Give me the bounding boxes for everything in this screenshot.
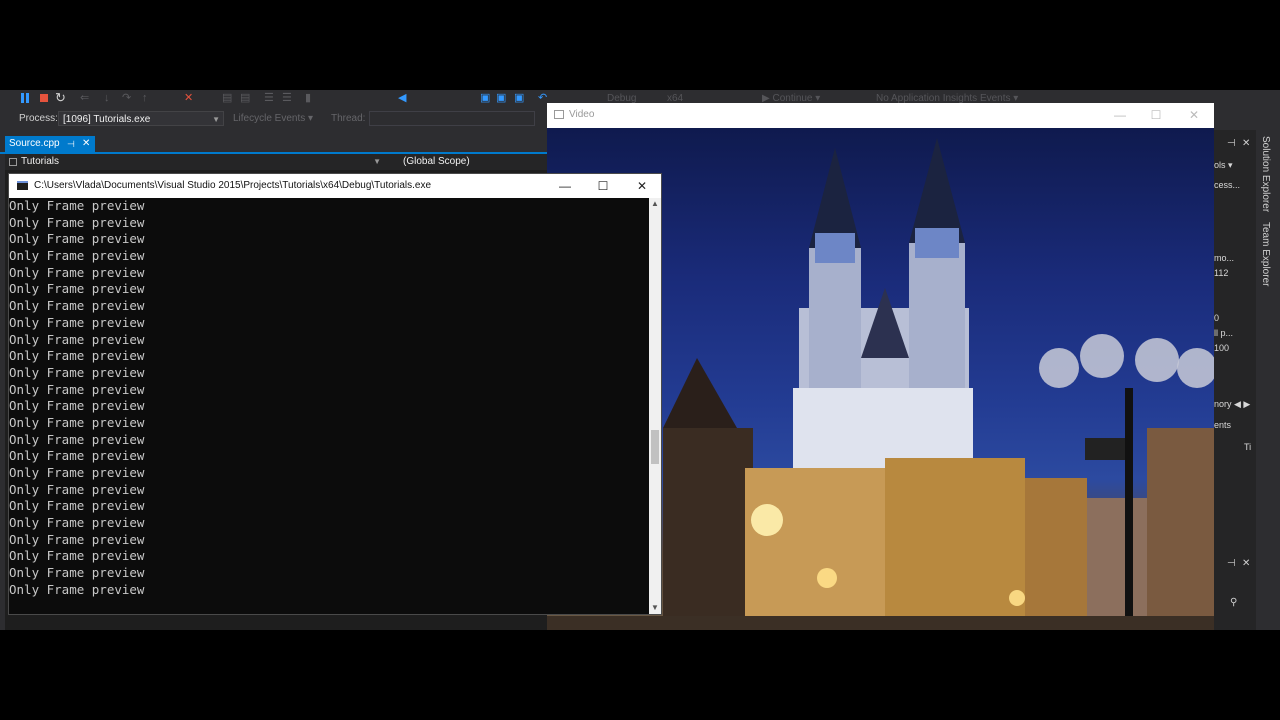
search-icon[interactable]: ⚲ (1230, 597, 1237, 608)
events-tab[interactable]: ents (1214, 420, 1231, 430)
console-line: Only Frame preview (9, 264, 145, 280)
console-line: Only Frame preview (9, 481, 145, 497)
tab-source-cpp[interactable]: Source.cpp ⊣ ✕ (5, 136, 95, 152)
panel-text: Ti (1244, 442, 1252, 452)
console-line: Only Frame preview (9, 331, 145, 347)
panel-text: 0 (1214, 313, 1220, 323)
console-line: Only Frame preview (9, 448, 145, 464)
diagnostic-tools-panel: ⊣ ✕ ols ▾ cess... mo... 112 0 ll p... 10… (1214, 130, 1256, 630)
console-line: Only Frame preview (9, 565, 145, 581)
panel-text: ols ▾ (1214, 160, 1233, 170)
console-line: Only Frame preview (9, 498, 145, 514)
console-line: Only Frame preview (9, 381, 145, 397)
pin-icon[interactable]: ⊣ (1227, 138, 1236, 149)
close-icon[interactable]: ✕ (1242, 558, 1250, 569)
panel-text: 112 (1214, 268, 1229, 278)
panel-text: cess... (1214, 180, 1241, 190)
side-tab-strip: Solution Explorer Team Explorer (1256, 130, 1280, 630)
maximize-button[interactable]: ☐ (584, 174, 622, 198)
open-file-icon[interactable]: ▣ (480, 92, 492, 104)
bookmark-icon[interactable]: ▮ (305, 92, 317, 104)
project-dropdown[interactable]: Tutorials ▼ (5, 154, 383, 170)
console-line: Only Frame preview (9, 248, 145, 264)
outdent-icon[interactable]: ☰ (282, 92, 294, 104)
console-line: Only Frame preview (9, 231, 145, 247)
close-button[interactable]: ✕ (1175, 103, 1213, 127)
pin-icon[interactable]: ⊣ (67, 136, 75, 152)
breakpoint-icon[interactable]: ✕ (184, 92, 196, 104)
step-out-icon[interactable]: ↑ (142, 92, 154, 104)
toolbar-icon[interactable]: ▤ (222, 92, 234, 104)
console-scrollbar[interactable]: ▲ ▼ (649, 198, 661, 614)
step-into-icon[interactable]: ↓ (104, 92, 116, 104)
step-over-icon[interactable]: ↷ (122, 92, 134, 104)
minimize-button[interactable]: — (546, 174, 584, 198)
navigate-back-icon[interactable]: ◀ (398, 92, 410, 104)
console-line: Only Frame preview (9, 531, 145, 547)
team-explorer-tab[interactable]: Team Explorer (1260, 222, 1271, 286)
pause-icon[interactable] (19, 92, 31, 104)
close-icon[interactable]: ✕ (82, 136, 90, 152)
console-line: Only Frame preview (9, 465, 145, 480)
console-icon (17, 181, 28, 190)
indent-icon[interactable]: ☰ (264, 92, 276, 104)
console-line: Only Frame preview (9, 198, 145, 213)
console-line: Only Frame preview (9, 515, 145, 531)
process-dropdown[interactable]: [1096] Tutorials.exe ▼ (58, 111, 224, 126)
thread-dropdown[interactable] (369, 111, 535, 126)
chevron-down-icon: ▼ (373, 157, 381, 166)
console-output[interactable]: Only Frame preview Only Frame preview Only… (9, 198, 649, 614)
close-button[interactable]: ✕ (623, 174, 661, 198)
console-line: Only Frame preview (9, 298, 145, 314)
console-line: Only Frame preview (9, 281, 145, 297)
show-next-statement-icon[interactable]: ⇐ (80, 92, 92, 104)
scroll-up-icon[interactable]: ▲ (649, 198, 661, 210)
pin-icon[interactable]: ⊣ (1227, 558, 1236, 569)
scope-dropdown[interactable]: (Global Scope) (403, 154, 470, 170)
window-icon (554, 110, 564, 119)
project-name: Tutorials (21, 156, 59, 167)
maximize-button[interactable]: ☐ (1137, 103, 1175, 127)
video-window-title: Video (569, 109, 595, 120)
console-line: Only Frame preview (9, 214, 145, 230)
save-icon[interactable]: ▣ (496, 92, 508, 104)
chevron-down-icon: ▼ (212, 115, 220, 124)
process-label: Process: (19, 113, 58, 124)
close-icon[interactable]: ✕ (1242, 138, 1250, 149)
scroll-thumb[interactable] (651, 430, 659, 464)
panel-text: mo... (1214, 253, 1235, 263)
save-all-icon[interactable]: ▣ (514, 92, 526, 104)
console-line: Only Frame preview (9, 398, 145, 414)
stop-icon[interactable] (38, 92, 50, 104)
console-line: Only Frame preview (9, 414, 145, 430)
tab-label: Source.cpp (9, 138, 60, 149)
video-titlebar[interactable]: Video — ☐ ✕ (547, 103, 1214, 128)
console-titlebar[interactable]: C:\Users\Vlada\Documents\Visual Studio 2… (9, 174, 661, 198)
console-line: Only Frame preview (9, 581, 145, 597)
console-window-title: C:\Users\Vlada\Documents\Visual Studio 2… (34, 180, 432, 191)
process-value: [1096] Tutorials.exe (63, 114, 151, 125)
restart-icon[interactable]: ↻ (55, 91, 67, 104)
navigation-bar: Tutorials ▼ (Global Scope) (5, 154, 547, 170)
memory-tab[interactable]: nory ◀ ▶ (1214, 399, 1250, 410)
panel-text: ll p... (1214, 328, 1234, 338)
console-line: Only Frame preview (9, 548, 145, 564)
console-window: C:\Users\Vlada\Documents\Visual Studio 2… (8, 173, 662, 615)
document-tab-strip: Source.cpp ⊣ ✕ (0, 136, 548, 154)
console-line: Only Frame preview (9, 348, 145, 364)
scroll-down-icon[interactable]: ▼ (649, 602, 661, 614)
panel-text: 100 (1214, 343, 1230, 353)
console-line: Only Frame preview (9, 364, 145, 380)
console-line: Only Frame preview (9, 431, 145, 447)
lifecycle-events-dropdown[interactable]: Lifecycle Events ▾ (233, 113, 313, 124)
toolbar-icon[interactable]: ▤ (240, 92, 252, 104)
solution-explorer-tab[interactable]: Solution Explorer (1260, 136, 1271, 212)
minimize-button[interactable]: — (1101, 103, 1139, 127)
project-icon (9, 158, 17, 166)
thread-label: Thread: (331, 113, 366, 124)
console-line: Only Frame preview (9, 314, 145, 330)
